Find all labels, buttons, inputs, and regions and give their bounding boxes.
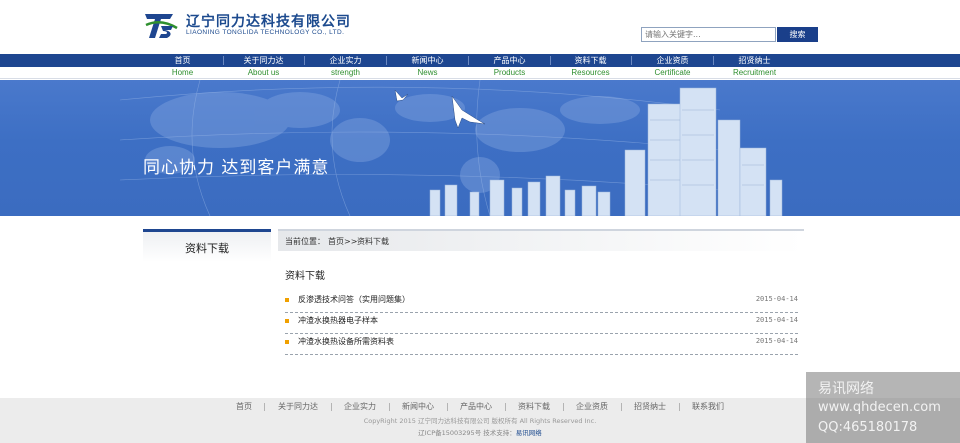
nav-item-home-en[interactable]: Home — [142, 67, 223, 79]
sidebar-header: 资料下载 — [143, 229, 271, 262]
watermark-overlay: 易讯网络 www.qhdecen.com QQ:465180178 — [806, 372, 960, 443]
watermark-line-3: QQ:465180178 — [818, 420, 918, 435]
bullet-icon — [285, 298, 289, 302]
nav-item-certificate-en[interactable]: Certificate — [632, 67, 713, 79]
list-item-date: 2015-04-14 — [755, 337, 798, 345]
nav-item-about-en[interactable]: About us — [223, 67, 304, 79]
site-header: 辽宁同力达科技有限公司 LIAONING TONGLIDA TECHNOLOGY… — [0, 0, 960, 54]
search-button[interactable]: 搜索 — [777, 27, 818, 42]
footer-link-home[interactable]: 首页 — [236, 401, 252, 412]
world-map-graphic — [119, 80, 783, 216]
footer-separator: | — [446, 402, 449, 411]
page-title: 资料下载 — [285, 271, 325, 282]
footer-separator: | — [330, 402, 333, 411]
watermark-line-1: 易讯网络 — [818, 381, 874, 397]
breadcrumb-label: 当前位置： — [285, 237, 325, 246]
main-nav-english: Home About us strength News Products Res… — [0, 67, 960, 79]
nav-item-resources-en[interactable]: Resources — [550, 67, 631, 79]
footer-link-certificate[interactable]: 企业资质 — [576, 401, 608, 412]
footer-separator: | — [562, 402, 565, 411]
nav-item-strength[interactable]: 企业实力 — [305, 54, 386, 67]
footer-link-contact[interactable]: 联系我们 — [692, 401, 724, 412]
footer-separator: | — [388, 402, 391, 411]
footer-link-resources[interactable]: 资料下载 — [518, 401, 550, 412]
nav-item-resources[interactable]: 资料下载 — [550, 54, 631, 67]
list-item-date: 2015-04-14 — [755, 295, 798, 303]
list-item[interactable]: 冲渣水换热设备所需资料表 2015-04-14 — [285, 334, 798, 355]
main-nav: 首页 关于同力达 企业实力 新闻中心 产品中心 资料下载 企业资质 招贤纳士 — [0, 54, 960, 67]
search-input[interactable] — [641, 27, 776, 42]
nav-item-about[interactable]: 关于同力达 — [223, 54, 304, 67]
bullet-icon — [285, 319, 289, 323]
nav-item-news-en[interactable]: News — [387, 67, 468, 79]
watermark-line-2: www.qhdecen.com — [818, 400, 941, 415]
nav-item-home[interactable]: 首页 — [142, 54, 223, 67]
list-item-title[interactable]: 反渗透技术问答（实用问题集） — [298, 294, 410, 305]
company-name-en: LIAONING TONGLIDA TECHNOLOGY CO., LTD. — [186, 29, 345, 36]
breadcrumb-current: 资料下载 — [357, 237, 389, 246]
list-item-title[interactable]: 冲渣水换热器电子样本 — [298, 315, 378, 326]
footer-separator: | — [620, 402, 623, 411]
company-name-cn: 辽宁同力达科技有限公司 — [186, 14, 351, 30]
banner-slogan: 同心协力 达到客户满意 — [143, 158, 330, 178]
footer-support-link[interactable]: 易讯网络 — [516, 429, 542, 437]
footer-icp-text: 辽ICP备15003295号 技术支持： — [418, 429, 516, 437]
nav-item-certificate[interactable]: 企业资质 — [632, 54, 713, 67]
footer-link-about[interactable]: 关于同力达 — [278, 401, 318, 412]
footer-separator: | — [263, 402, 266, 411]
nav-item-news[interactable]: 新闻中心 — [387, 54, 468, 67]
nav-item-recruitment-en[interactable]: Recruitment — [714, 67, 795, 79]
bullet-icon — [285, 340, 289, 344]
sidebar-title: 资料下载 — [185, 242, 229, 255]
footer-separator: | — [678, 402, 681, 411]
footer-link-products[interactable]: 产品中心 — [460, 401, 492, 412]
footer-link-strength[interactable]: 企业实力 — [344, 401, 376, 412]
nav-item-products[interactable]: 产品中心 — [469, 54, 550, 67]
list-item[interactable]: 反渗透技术问答（实用问题集） 2015-04-14 — [285, 292, 798, 313]
hero-banner: 同心协力 达到客户满意 — [0, 80, 960, 216]
footer-separator: | — [504, 402, 507, 411]
breadcrumb: 当前位置： 首页>> 资料下载 — [278, 229, 804, 251]
footer-link-news[interactable]: 新闻中心 — [402, 401, 434, 412]
tld-logo-icon[interactable] — [143, 10, 179, 40]
breadcrumb-home-link[interactable]: 首页>> — [328, 236, 357, 247]
list-item-title[interactable]: 冲渣水换热设备所需资料表 — [298, 336, 394, 347]
list-item-date: 2015-04-14 — [755, 316, 798, 324]
list-item[interactable]: 冲渣水换热器电子样本 2015-04-14 — [285, 313, 798, 334]
footer-link-recruitment[interactable]: 招贤纳士 — [634, 401, 666, 412]
nav-item-strength-en[interactable]: strength — [305, 67, 386, 79]
nav-item-recruitment[interactable]: 招贤纳士 — [714, 54, 795, 67]
nav-item-products-en[interactable]: Products — [469, 67, 550, 79]
